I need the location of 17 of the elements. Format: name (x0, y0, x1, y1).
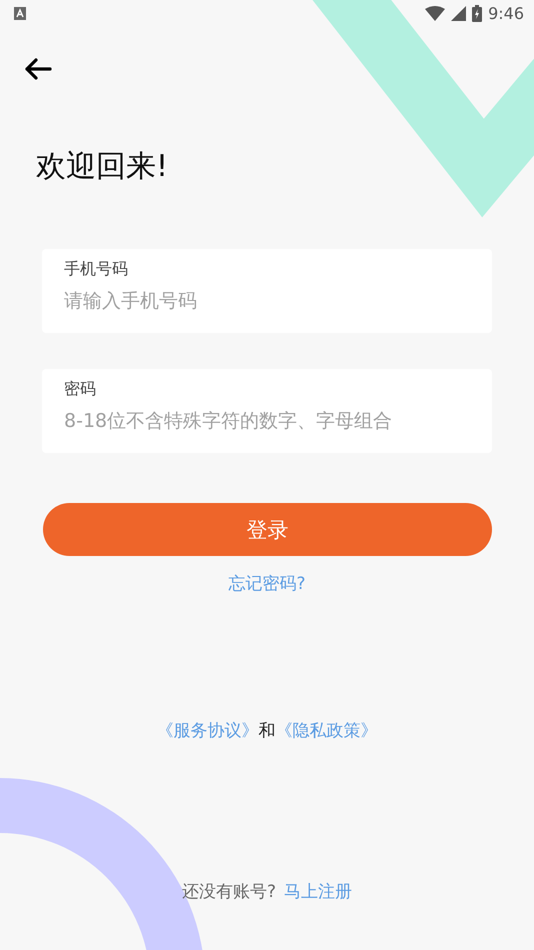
and-text: 和 (258, 720, 276, 742)
input-field[interactable]: 8-18位不含特殊字符的数字、字母组合 (64, 410, 470, 432)
welcome-title: 欢迎回来! (36, 148, 170, 186)
field-label: 手机号码 (64, 259, 129, 280)
register-link[interactable]: 马上注册 (284, 880, 352, 903)
forgot-password-link[interactable]: 忘记密码? (228, 572, 306, 595)
keyboard-icon (14, 6, 26, 20)
privacy-policy-link[interactable]: 《隐私政策》 (276, 719, 378, 742)
field-label: 密码 (64, 379, 97, 400)
battery-icon (472, 4, 482, 22)
input-field[interactable]: 请输入手机号码 (64, 290, 470, 312)
no-account-text: 还没有账号? (182, 881, 276, 903)
status-time: 9:46 (488, 4, 524, 22)
signal-icon (451, 6, 466, 20)
login-button[interactable]: 登录 (43, 503, 492, 556)
wifi-icon (425, 6, 446, 20)
service-agreement-link[interactable]: 《服务协议》 (156, 719, 258, 742)
